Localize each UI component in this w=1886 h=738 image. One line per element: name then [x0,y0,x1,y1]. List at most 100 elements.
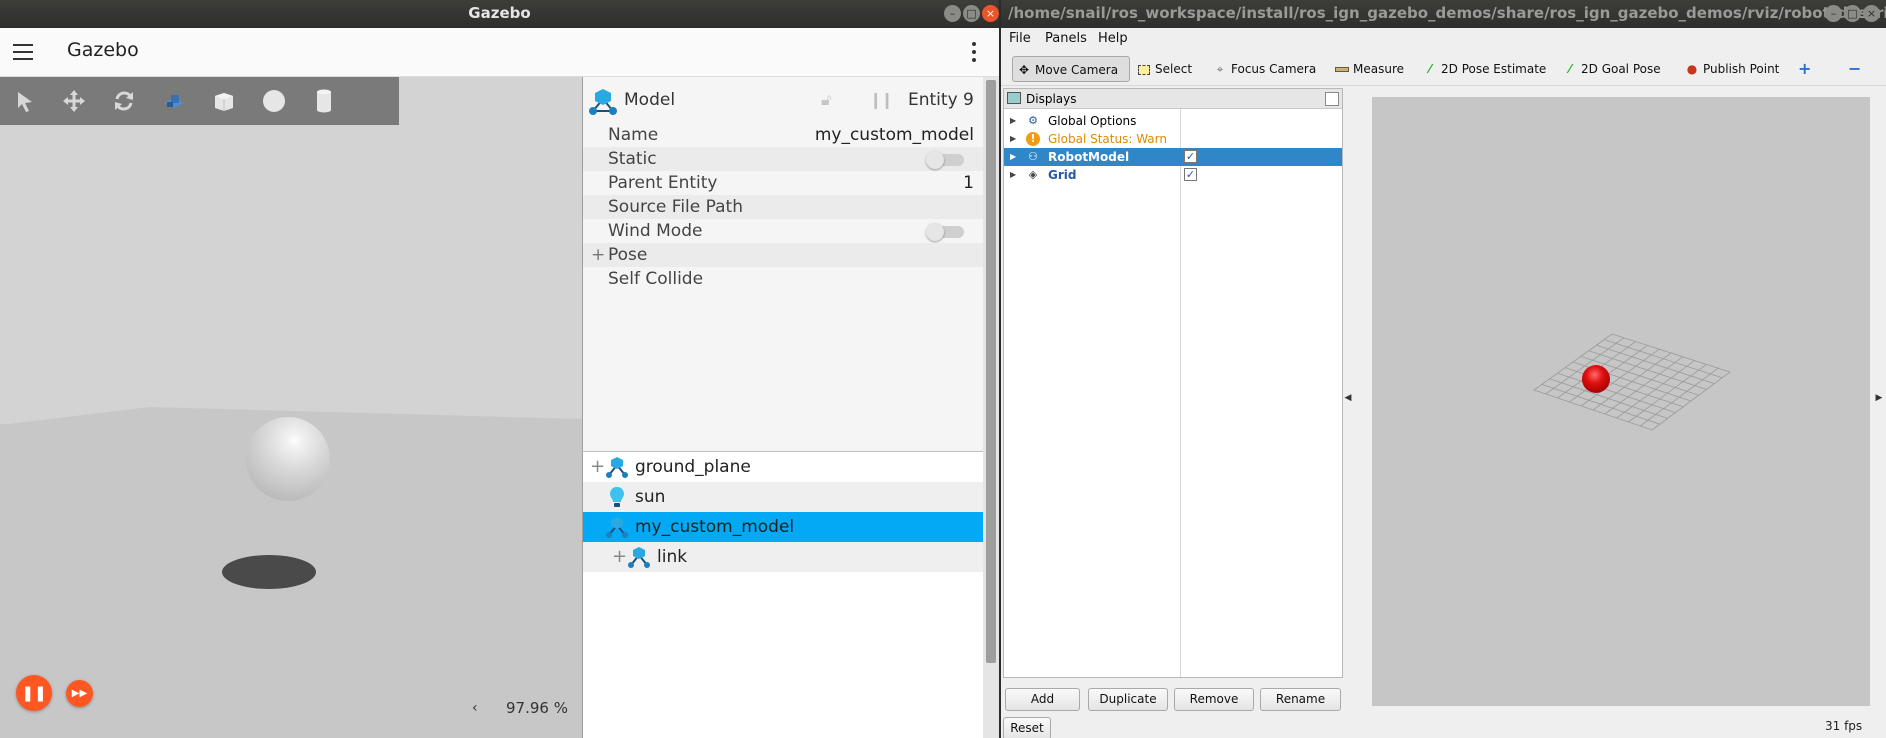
gazebo-app-title: Gazebo [67,39,139,61]
tool-label: Publish Point [1703,62,1780,76]
sphere-model[interactable] [246,417,330,501]
minimize-icon[interactable]: – [944,5,961,22]
display-item-grid[interactable]: ▶ ◈ Grid ✓ [1004,166,1342,184]
tool-publish-point[interactable]: ● Publish Point [1684,56,1780,82]
expand-icon[interactable]: + [590,452,605,482]
lock-icon[interactable]: 🔓︎ [821,90,831,110]
3d-scene[interactable] [0,77,582,738]
gazebo-window: Gazebo – □ × Gazebo ❚❚ ▶▶ ‹ 97.96 % Mode… [0,0,999,738]
grid-checkbox[interactable]: ✓ [1184,168,1197,181]
tree-item-link[interactable]: + link [583,542,984,572]
select-icon[interactable] [10,87,38,115]
close-icon[interactable]: × [1863,5,1880,22]
more-options-icon[interactable] [972,42,976,62]
property-row-self-collide: Self Collide [583,267,984,291]
remove-tool-icon[interactable]: − [1848,56,1861,82]
add-tool-icon[interactable]: + [1798,56,1811,82]
inspector-header: Model 🔓︎ ❙❙ Entity 9 [583,77,984,123]
property-row-source-file-path: Source File Path [583,195,984,219]
static-toggle[interactable] [926,151,964,169]
display-item-global-options[interactable]: ▶ ⚙ Global Options [1004,112,1342,130]
rename-button[interactable]: Rename [1260,688,1341,711]
property-key: Source File Path [608,197,743,217]
minimize-icon[interactable]: – [1825,5,1842,22]
tree-item-label: my_custom_model [635,517,795,537]
displays-panel: Displays ▶ ⚙ Global Options ▶ ! Global S… [1003,88,1343,678]
menu-panels[interactable]: Panels [1045,31,1087,46]
tool-2d-pose-estimate[interactable]: ⁄ 2D Pose Estimate [1422,56,1546,82]
expand-arrow-icon[interactable]: ▶ [1010,166,1016,184]
collapse-left-panel-icon[interactable]: ◀ [1344,88,1352,718]
expand-arrow-icon[interactable]: ▶ [1010,112,1016,130]
tree-item-ground-plane[interactable]: + ground_plane [583,452,984,482]
property-value: 1 [963,173,974,193]
menu-help[interactable]: Help [1098,31,1128,46]
maximize-icon[interactable]: □ [963,5,980,22]
tree-item-label: link [657,547,688,567]
tool-label: 2D Goal Pose [1581,62,1661,76]
property-key: Name [608,125,659,145]
transform-control-icon[interactable] [160,87,188,115]
tool-move-camera[interactable]: ✥ Move Camera [1012,56,1130,82]
wind-mode-toggle[interactable] [926,223,964,241]
sphere-shadow [222,555,316,589]
rviz-3d-view[interactable] [1372,97,1870,706]
robotmodel-checkbox[interactable]: ✓ [1184,150,1197,163]
displays-header: Displays [1004,89,1342,109]
display-label: Global Status: Warn [1048,132,1167,146]
add-button[interactable]: Add [1005,688,1080,711]
collapse-right-panel-icon[interactable]: ▶ [1872,88,1886,718]
maximize-icon[interactable]: □ [1844,5,1861,22]
entity-tree: + ground_plane sun my_custom_model + lin… [582,451,984,738]
property-row-wind-mode: Wind Mode [583,219,984,243]
box-icon[interactable] [210,87,238,115]
expand-arrow-icon[interactable]: ▶ [1010,130,1016,148]
tool-label: Select [1155,62,1193,76]
property-row-static: Static [583,147,984,171]
side-panel-scrollbar[interactable] [983,77,999,738]
reset-button[interactable]: Reset [1003,717,1051,738]
tool-select[interactable]: Select [1136,56,1192,82]
translate-icon[interactable] [60,87,88,115]
display-item-global-status[interactable]: ▶ ! Global Status: Warn [1004,130,1342,148]
duplicate-button[interactable]: Duplicate [1088,688,1168,711]
tool-2d-goal-pose[interactable]: ⁄ 2D Goal Pose [1562,56,1661,82]
tool-label: Measure [1353,62,1404,76]
expand-icon[interactable]: + [612,542,627,572]
rotate-icon[interactable] [110,87,138,115]
tool-focus-camera[interactable]: ⌖ Focus Camera [1212,56,1317,82]
model-icon [589,89,617,115]
rviz-menubar: File Panels Help [1001,28,1886,50]
real-time-factor: 97.96 % [506,699,568,717]
pause-button[interactable]: ❚❚ [16,675,52,711]
displays-title: Displays [1026,92,1077,106]
rviz-window-title: /home/snail/ros_workspace/install/ros_ig… [1008,4,1886,22]
menu-file[interactable]: File [1009,31,1031,46]
sphere-icon[interactable] [260,87,288,115]
tool-label: Move Camera [1035,63,1119,77]
tool-measure[interactable]: Measure [1334,56,1404,82]
collapse-stats-icon[interactable]: ‹ [472,700,478,716]
expand-icon[interactable]: + [591,243,605,267]
property-row-pose[interactable]: + Pose [583,243,984,267]
cylinder-icon[interactable] [310,87,338,115]
gear-icon: ⚙ [1028,114,1038,127]
robot-model-sphere [1582,365,1610,393]
hamburger-menu-icon[interactable] [13,44,33,60]
tool-label: Focus Camera [1231,62,1317,76]
rviz-window: /home/snail/ros_workspace/install/ros_ig… [1001,0,1886,738]
display-item-robotmodel[interactable]: ▶ ⚇ RobotModel ✓ [1004,148,1342,166]
property-key: Wind Mode [608,221,703,241]
remove-button[interactable]: Remove [1174,688,1254,711]
tree-item-my-custom-model[interactable]: my_custom_model [583,512,984,542]
step-forward-button[interactable]: ▶▶ [66,680,93,707]
expand-arrow-icon[interactable]: ▶ [1010,148,1016,166]
property-value: my_custom_model [814,125,974,145]
robot-icon: ⚇ [1028,150,1038,163]
tree-item-sun[interactable]: sun [583,482,984,512]
pause-updates-icon[interactable]: ❙❙ [869,90,894,109]
tree-item-label: sun [635,487,666,507]
close-icon[interactable]: × [982,5,999,22]
float-panel-icon[interactable] [1325,92,1339,106]
scene-toolbar [0,77,399,125]
